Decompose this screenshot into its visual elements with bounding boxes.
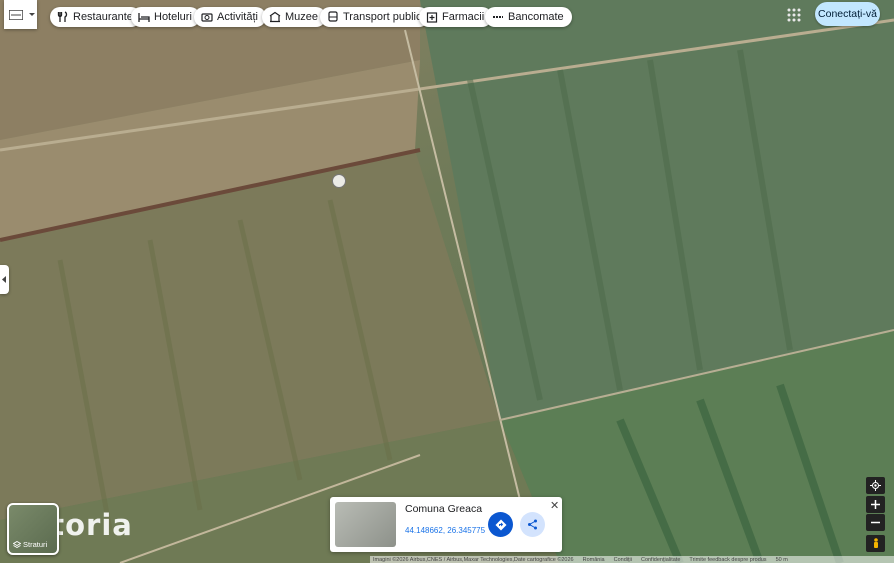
chevron-down-icon: [29, 12, 35, 16]
camera-icon: [200, 11, 213, 24]
collapse-panel-button[interactable]: [0, 265, 9, 294]
category-label: Transport public: [343, 11, 422, 23]
zoom-out-button[interactable]: [866, 514, 885, 531]
scale-label[interactable]: 50 m: [776, 557, 788, 563]
category-label: Muzee: [285, 11, 319, 23]
feedback-link[interactable]: Trimite feedback despre produs: [689, 557, 766, 563]
directions-icon: [495, 519, 506, 530]
sign-in-button[interactable]: Conectați-vă: [815, 2, 880, 26]
menu-icon: [9, 9, 23, 20]
zoom-in-button[interactable]: [866, 496, 885, 513]
category-chip-hotels[interactable]: Hoteluri: [131, 7, 200, 27]
menu-button[interactable]: [4, 0, 37, 29]
share-icon: [528, 519, 537, 530]
apps-grid-icon[interactable]: [786, 7, 802, 23]
street-view-pegman[interactable]: [866, 535, 885, 552]
bed-icon: [137, 11, 150, 24]
layers-label: Straturi: [23, 540, 48, 549]
category-label: Bancomate: [508, 11, 564, 23]
place-card[interactable]: Comuna Greaca 44.148662, 26.345775 ✕: [330, 497, 562, 552]
satellite-map[interactable]: [0, 0, 894, 563]
fork-knife-icon: [56, 11, 69, 24]
category-chip-museums[interactable]: Muzee: [262, 7, 327, 27]
plus-icon: [871, 500, 880, 509]
category-chip-atms[interactable]: Bancomate: [485, 7, 572, 27]
place-title: Comuna Greaca: [405, 503, 483, 515]
map-imagery: [0, 0, 894, 563]
share-button[interactable]: [520, 512, 545, 537]
atm-icon: [491, 11, 504, 24]
category-chip-activities[interactable]: Activități: [194, 7, 266, 27]
pharmacy-icon: [425, 11, 438, 24]
layers-label-row: Straturi: [13, 540, 47, 549]
chevron-left-icon: [2, 276, 6, 283]
category-chip-public-transport[interactable]: Transport public: [320, 7, 430, 27]
my-location-button[interactable]: [866, 477, 885, 494]
map-pin-icon[interactable]: [332, 174, 346, 188]
layers-button[interactable]: Straturi: [7, 503, 59, 555]
layers-icon: [13, 540, 21, 548]
privacy-link[interactable]: Confidențialitate: [641, 557, 680, 563]
place-coordinates[interactable]: 44.148662, 26.345775: [405, 526, 485, 535]
category-chip-pharmacies[interactable]: Farmacii: [419, 7, 493, 27]
category-label: Farmacii: [442, 11, 485, 23]
place-thumbnail[interactable]: [335, 502, 396, 547]
terms-link[interactable]: Condiții: [614, 557, 632, 563]
bus-icon: [326, 11, 339, 24]
category-label: Hoteluri: [154, 11, 192, 23]
category-chip-restaurants[interactable]: Restaurante: [50, 7, 141, 27]
imagery-credits: Imagini ©2026 Airbus,CNES / Airbus,Maxar…: [373, 557, 574, 563]
country-link[interactable]: România: [583, 557, 605, 563]
pegman-icon: [873, 537, 878, 548]
minus-icon: [871, 521, 880, 524]
close-icon[interactable]: ✕: [550, 499, 559, 512]
category-label: Activități: [217, 11, 258, 23]
location-icon: [870, 480, 881, 491]
museum-icon: [268, 11, 281, 24]
category-label: Restaurante: [73, 11, 133, 23]
directions-button[interactable]: [488, 512, 513, 537]
